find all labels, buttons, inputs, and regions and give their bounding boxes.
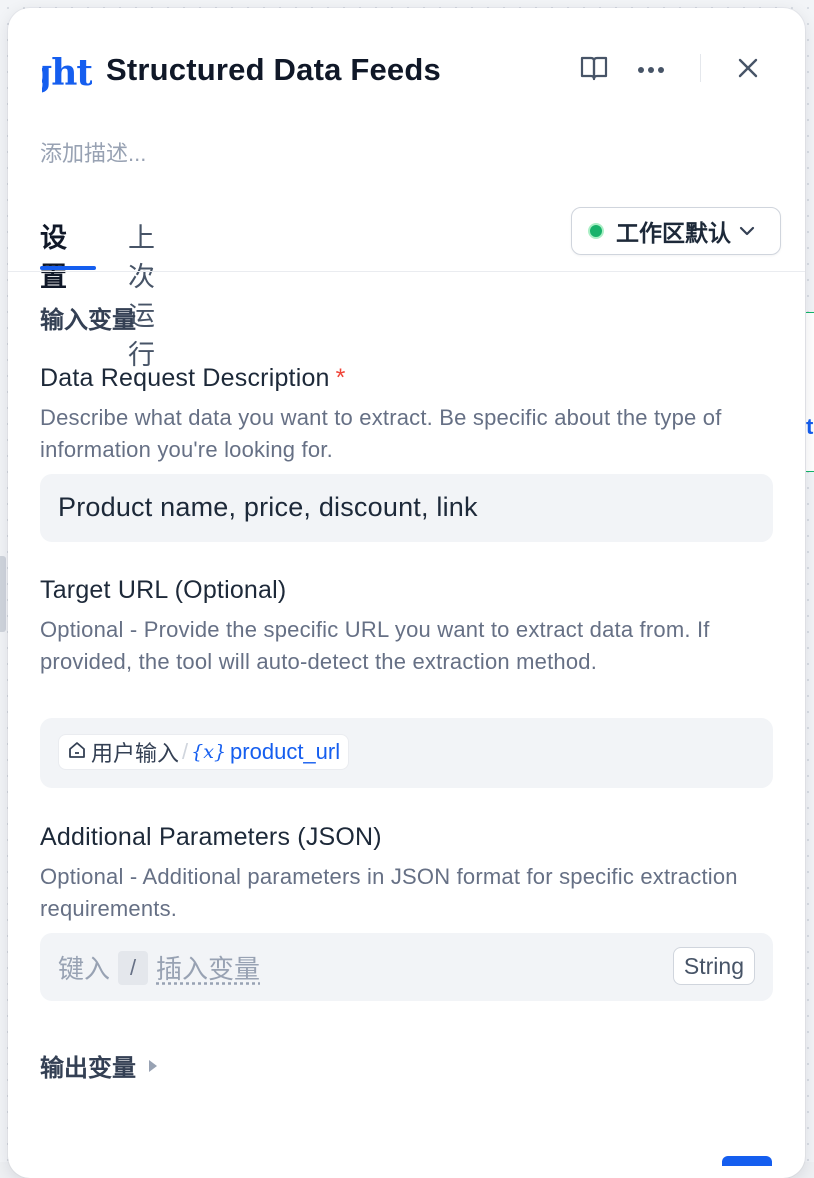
canvas-node-bottom (722, 1156, 772, 1166)
field-label-text: Data Request Description (40, 364, 330, 392)
variable-name: product_url (230, 739, 340, 765)
variable-source: 用户输入 (91, 736, 179, 768)
description-input[interactable]: 添加描述... (40, 136, 146, 168)
tool-logo-text: ght (42, 52, 92, 94)
output-variables-heading: 输出变量 (40, 1048, 136, 1083)
close-icon (737, 57, 759, 84)
additional-params-input[interactable]: 键入 / 插入变量 String (40, 933, 773, 1001)
additional-params-placeholder: 键入 / 插入变量 (58, 949, 260, 986)
book-icon (579, 54, 609, 87)
tool-logo: ght (42, 48, 92, 98)
field-label-data-request: Data Request Description* (40, 364, 346, 393)
field-help-data-request: Describe what data you want to extract. … (40, 402, 770, 466)
data-request-value: Product name, price, discount, link (58, 492, 478, 523)
environment-label: 工作区默认 (616, 214, 731, 248)
tabs-divider (8, 271, 805, 272)
type-badge: String (673, 947, 755, 985)
panel-title: Structured Data Feeds (106, 52, 441, 88)
close-button[interactable] (728, 50, 768, 90)
variable-chip-product-url[interactable]: 用户输入 / {x} product_url (58, 734, 349, 770)
placeholder-prefix: 键入 (58, 949, 110, 986)
field-help-additional-params: Optional - Additional parameters in JSON… (40, 861, 770, 925)
node-settings-panel: ght Structured Data Feeds 添加描述... 设置 (8, 8, 805, 1178)
active-tab-indicator (40, 266, 96, 270)
canvas-node-edge (806, 312, 814, 472)
more-icon (637, 61, 665, 79)
variable-icon: {x} (191, 741, 226, 763)
header-divider (700, 54, 701, 82)
placeholder-suffix: 插入变量 (156, 949, 260, 986)
docs-button[interactable] (574, 50, 614, 90)
target-url-input[interactable]: 用户输入 / {x} product_url (40, 718, 773, 788)
output-variables-toggle[interactable]: 输出变量 (40, 1048, 158, 1083)
input-variables-heading: 输入变量 (40, 300, 136, 335)
panel-header: ght Structured Data Feeds (8, 8, 805, 128)
canvas-node-fragment: t (806, 414, 814, 440)
canvas-left-handle (0, 556, 6, 632)
field-label-target-url: Target URL (Optional) (40, 576, 286, 605)
slash-key-hint: / (118, 951, 148, 985)
caret-right-icon (148, 1059, 158, 1073)
field-label-additional-params: Additional Parameters (JSON) (40, 823, 382, 852)
environment-select[interactable]: 工作区默认 (571, 207, 781, 255)
variable-separator: / (182, 739, 188, 765)
home-icon (67, 740, 87, 765)
required-mark: * (336, 364, 346, 392)
data-request-input[interactable]: Product name, price, discount, link (40, 474, 773, 542)
field-help-target-url: Optional - Provide the specific URL you … (40, 614, 770, 678)
tab-last-run[interactable]: 上次运行 (128, 216, 155, 372)
status-dot (588, 223, 604, 239)
chevron-down-icon (739, 226, 755, 236)
tab-settings[interactable]: 设置 (40, 216, 67, 294)
more-button[interactable] (631, 50, 671, 90)
